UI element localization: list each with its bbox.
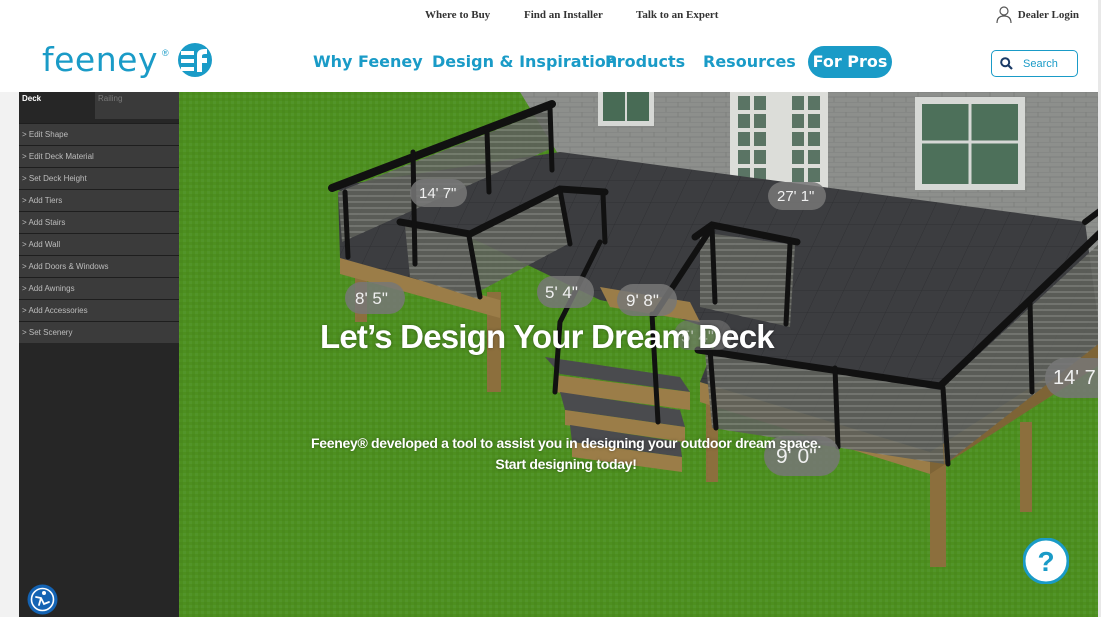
search-icon (1000, 57, 1013, 70)
find-installer-link[interactable]: Find an Installer (524, 9, 603, 21)
main-nav: feeney ® Why Feeney Design & Inspiration… (0, 32, 1101, 92)
sidebar-item-set-scenery[interactable]: > Set Scenery (19, 321, 179, 343)
search-label: Search (1023, 57, 1058, 70)
logo-text: feeney (42, 40, 158, 79)
dimension-label[interactable]: 27' 1" (768, 182, 826, 210)
sidebar-tabs: Deck Railing (19, 92, 179, 119)
sidebar-item-add-stairs[interactable]: > Add Stairs (19, 211, 179, 233)
feeney-logo-icon (177, 42, 212, 77)
svg-text:5' 4": 5' 4" (545, 283, 578, 302)
dimension-label[interactable]: 5' 4" (537, 276, 594, 308)
left-edge (0, 92, 19, 617)
hero-subtitle-line1: Feeney® developed a tool to assist you i… (311, 435, 821, 451)
nav-why-feeney[interactable]: Why Feeney (313, 52, 423, 71)
dimension-label[interactable]: 8' 5" (345, 282, 405, 314)
hero-subtitle-line2: Start designing today! (495, 456, 637, 472)
svg-text:14' 7": 14' 7" (419, 185, 456, 202)
hero-subtitle: Feeney® developed a tool to assist you i… (306, 433, 826, 475)
svg-text:8' 5": 8' 5" (355, 289, 388, 308)
for-pros-button[interactable]: For Pros (808, 46, 892, 78)
dealer-login-link[interactable]: Dealer Login (996, 6, 1079, 24)
nav-design-inspiration[interactable]: Design & Inspiration (432, 52, 617, 71)
dimension-label[interactable]: 14' 7" (410, 179, 467, 207)
sidebar-item-edit-deck-material[interactable]: > Edit Deck Material (19, 145, 179, 167)
nav-products[interactable]: Products (605, 52, 685, 71)
sidebar-item-add-doors-windows[interactable]: > Add Doors & Windows (19, 255, 179, 277)
hero-title: Let’s Design Your Dream Deck (320, 318, 775, 355)
sidebar-item-edit-shape[interactable]: > Edit Shape (19, 123, 179, 145)
talk-expert-link[interactable]: Talk to an Expert (636, 9, 718, 21)
nav-resources[interactable]: Resources (703, 52, 796, 71)
help-icon[interactable]: ? (1023, 538, 1069, 584)
svg-text:14' 7: 14' 7 (1053, 367, 1096, 389)
sidebar-item-add-awnings[interactable]: > Add Awnings (19, 277, 179, 299)
dealer-login-label: Dealer Login (1017, 9, 1079, 21)
svg-text:9' 8": 9' 8" (626, 291, 659, 310)
tab-deck[interactable]: Deck (19, 92, 95, 119)
logo-registered-mark: ® (161, 48, 169, 58)
sidebar-item-add-accessories[interactable]: > Add Accessories (19, 299, 179, 321)
accessibility-icon[interactable] (27, 584, 58, 615)
deck-tool-sidebar: Deck Railing > Edit Shape > Edit Deck Ma… (19, 92, 179, 617)
hero-section: 14' 7" 27' 1" 8' 5" 5' 4" 9' 8" 5' 4" 14… (0, 92, 1101, 617)
svg-text:?: ? (1037, 546, 1054, 577)
tab-railing[interactable]: Railing (95, 92, 179, 119)
svg-text:27' 1": 27' 1" (777, 188, 814, 205)
search-button[interactable]: Search (991, 50, 1078, 77)
where-to-buy-link[interactable]: Where to Buy (425, 9, 490, 21)
feeney-logo[interactable]: feeney ® (42, 40, 213, 79)
utility-bar: Where to Buy Find an Installer Talk to a… (0, 0, 1101, 32)
sidebar-item-add-wall[interactable]: > Add Wall (19, 233, 179, 255)
page: Where to Buy Find an Installer Talk to a… (0, 0, 1101, 617)
sidebar-item-set-deck-height[interactable]: > Set Deck Height (19, 167, 179, 189)
dimension-label[interactable]: 9' 8" (617, 284, 677, 316)
sidebar-item-add-tiers[interactable]: > Add Tiers (19, 189, 179, 211)
user-icon (996, 6, 1012, 24)
sidebar-menu: > Edit Shape > Edit Deck Material > Set … (19, 123, 179, 343)
dimension-label[interactable]: 14' 7 (1045, 358, 1101, 398)
